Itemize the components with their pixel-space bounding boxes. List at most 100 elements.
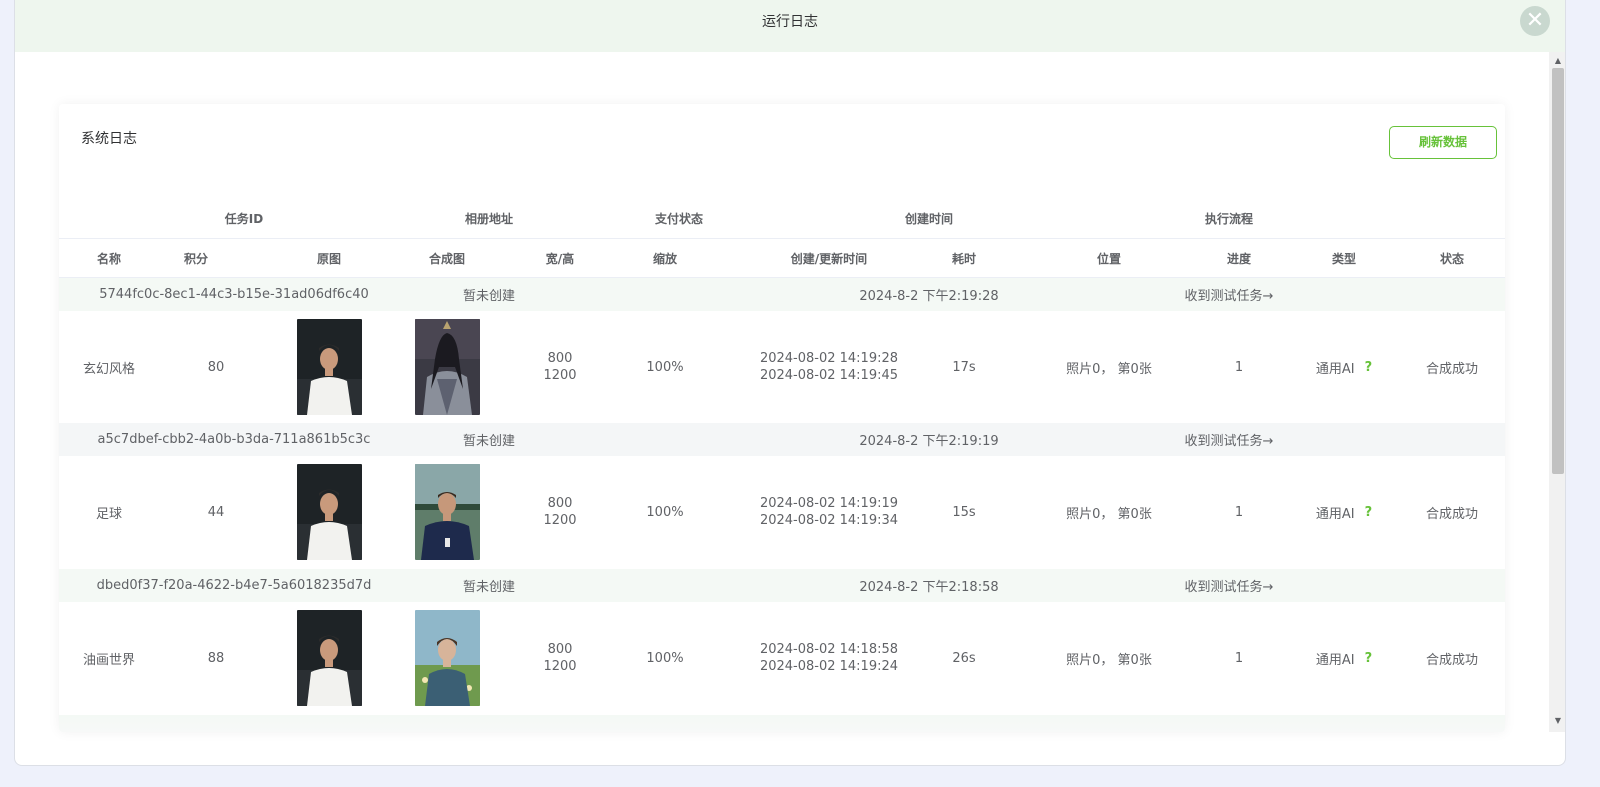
vertical-scrollbar[interactable]: ▲ ▼ xyxy=(1549,52,1565,732)
style-name: 足球 xyxy=(95,506,122,522)
points-value: 44 xyxy=(207,504,225,520)
album-address: 暂未创建 xyxy=(462,289,515,304)
type-value: 通用AI? xyxy=(1284,311,1404,423)
col-progress: 进度 xyxy=(1226,251,1251,266)
modal-title: 运行日志 xyxy=(762,14,818,30)
original-image-cell xyxy=(279,456,379,568)
col-timestamps: 创建/更新时间 xyxy=(790,251,868,266)
col-position: 位置 xyxy=(1096,251,1121,266)
album-address: 暂未创建 xyxy=(462,434,515,449)
task-id: 5744fc0c-8ec1-44c3-b15e-31ad06df6c40 xyxy=(99,287,369,302)
width-value: 800 xyxy=(547,496,573,511)
width-value: 800 xyxy=(547,351,573,366)
scroll-up-arrow-icon[interactable]: ▲ xyxy=(1549,54,1565,68)
width-value: 800 xyxy=(547,642,573,657)
status-value: 合成成功 xyxy=(1425,361,1478,377)
composite-photo-oil-painting[interactable] xyxy=(414,610,480,706)
duration-value: 15s xyxy=(952,504,976,520)
height-value: 1200 xyxy=(543,368,577,383)
points-value: 88 xyxy=(207,650,225,666)
composite-image-cell xyxy=(397,456,497,568)
close-icon[interactable]: ✕ xyxy=(1520,6,1550,36)
composite-photo-football[interactable] xyxy=(414,464,480,560)
help-icon[interactable]: ? xyxy=(1365,651,1373,666)
created-time: 2024-8-2 下午2:19:28 xyxy=(859,289,999,304)
type-label: 通用AI xyxy=(1315,652,1355,668)
col-name: 名称 xyxy=(96,251,121,266)
execution-flow[interactable]: 收到测试任务→ xyxy=(1129,423,1329,456)
created-at: 2024-08-02 14:18:58 xyxy=(759,642,899,657)
status-value: 合成成功 xyxy=(1425,506,1478,522)
timestamps-value: 2024-08-02 14:19:19 2024-08-02 14:19:34 xyxy=(739,456,919,568)
style-name: 油画世界 xyxy=(82,652,135,668)
scroll-down-arrow-icon[interactable]: ▼ xyxy=(1549,714,1565,728)
group-header-row: 任务ID 相册地址 支付状态 创建时间 执行流程 xyxy=(59,198,1505,238)
col-scale: 缩放 xyxy=(652,251,677,266)
type-label: 通用AI xyxy=(1315,506,1355,522)
group-header-task-id: 任务ID xyxy=(224,211,264,226)
type-value: 通用AI? xyxy=(1284,602,1404,714)
col-duration: 耗时 xyxy=(951,251,976,266)
album-address: 暂未创建 xyxy=(462,580,515,595)
duration-value: 26s xyxy=(952,650,976,666)
group-header-payment: 支付状态 xyxy=(654,211,703,226)
composite-image-cell xyxy=(397,602,497,714)
col-status: 状态 xyxy=(1439,251,1464,266)
help-icon[interactable]: ? xyxy=(1365,505,1373,520)
scale-value: 100% xyxy=(646,650,684,666)
duration-value: 17s xyxy=(952,359,976,375)
size-value: 800 1200 xyxy=(505,602,615,714)
scale-value: 100% xyxy=(646,504,684,520)
original-photo[interactable] xyxy=(296,319,362,415)
task-id: a5c7dbef-cbb2-4a0b-b3da-711a861b5c3c xyxy=(97,432,371,447)
height-value: 1200 xyxy=(543,513,577,528)
record-summary-row: 5744fc0c-8ec1-44c3-b15e-31ad06df6c40 暂未创… xyxy=(59,278,1505,311)
column-header-row: 名称 积分 原图 合成图 宽/高 缩放 创建/更新时间 耗时 位置 进度 类型 … xyxy=(59,238,1505,278)
original-image-cell xyxy=(279,311,379,423)
execution-flow[interactable]: 收到测试任务→ xyxy=(1129,278,1329,311)
original-photo[interactable] xyxy=(296,464,362,560)
table-row: 足球 44 800 1200 100% 2024-08-02 14:19:19 … xyxy=(59,456,1505,568)
position-value: 照片0， 第0张 xyxy=(1066,652,1152,668)
modal-header: 运行日志 xyxy=(15,0,1565,52)
scale-value: 100% xyxy=(646,359,684,375)
col-size: 宽/高 xyxy=(545,251,575,266)
updated-at: 2024-08-02 14:19:24 xyxy=(759,659,899,674)
col-original: 原图 xyxy=(316,251,341,266)
refresh-button[interactable]: 刷新数据 xyxy=(1389,126,1497,159)
height-value: 1200 xyxy=(543,659,577,674)
status-value: 合成成功 xyxy=(1425,652,1478,668)
execution-flow[interactable]: 收到测试任务→ xyxy=(1129,569,1329,602)
group-header-album: 相册地址 xyxy=(464,211,513,226)
record-summary-row: a5c7dbef-cbb2-4a0b-b3da-711a861b5c3c 暂未创… xyxy=(59,423,1505,456)
system-log-card: 系统日志 刷新数据 任务ID 相册地址 支付状态 创建时间 执行流程 名称 积分… xyxy=(59,104,1505,732)
col-type: 类型 xyxy=(1331,251,1356,266)
size-value: 800 1200 xyxy=(505,456,615,568)
position-value: 照片0， 第0张 xyxy=(1066,506,1152,522)
original-image-cell xyxy=(279,602,379,714)
scroll-thumb[interactable] xyxy=(1552,68,1564,474)
style-name: 玄幻风格 xyxy=(82,361,135,377)
composite-photo-fantasy[interactable] xyxy=(414,319,480,415)
next-row-partial xyxy=(59,715,1505,732)
group-header-created: 创建时间 xyxy=(904,211,953,226)
timestamps-value: 2024-08-02 14:18:58 2024-08-02 14:19:24 xyxy=(739,602,919,714)
type-label: 通用AI xyxy=(1315,361,1355,377)
task-id: dbed0f37-f20a-4622-b4e7-5a6018235d7d xyxy=(96,578,372,593)
updated-at: 2024-08-02 14:19:45 xyxy=(759,368,899,383)
points-value: 80 xyxy=(207,359,225,375)
created-at: 2024-08-02 14:19:19 xyxy=(759,496,899,511)
progress-value: 1 xyxy=(1234,650,1244,666)
help-icon[interactable]: ? xyxy=(1365,360,1373,375)
created-time: 2024-8-2 下午2:19:19 xyxy=(859,434,999,449)
group-header-flow: 执行流程 xyxy=(1204,211,1253,226)
card-title: 系统日志 xyxy=(81,131,137,147)
composite-image-cell xyxy=(397,311,497,423)
original-photo[interactable] xyxy=(296,610,362,706)
record-summary-row: dbed0f37-f20a-4622-b4e7-5a6018235d7d 暂未创… xyxy=(59,569,1505,602)
progress-value: 1 xyxy=(1234,504,1244,520)
table-row: 玄幻风格 80 800 1200 100% 2024-08-02 14:19:2… xyxy=(59,311,1505,423)
updated-at: 2024-08-02 14:19:34 xyxy=(759,513,899,528)
created-at: 2024-08-02 14:19:28 xyxy=(759,351,899,366)
timestamps-value: 2024-08-02 14:19:28 2024-08-02 14:19:45 xyxy=(739,311,919,423)
